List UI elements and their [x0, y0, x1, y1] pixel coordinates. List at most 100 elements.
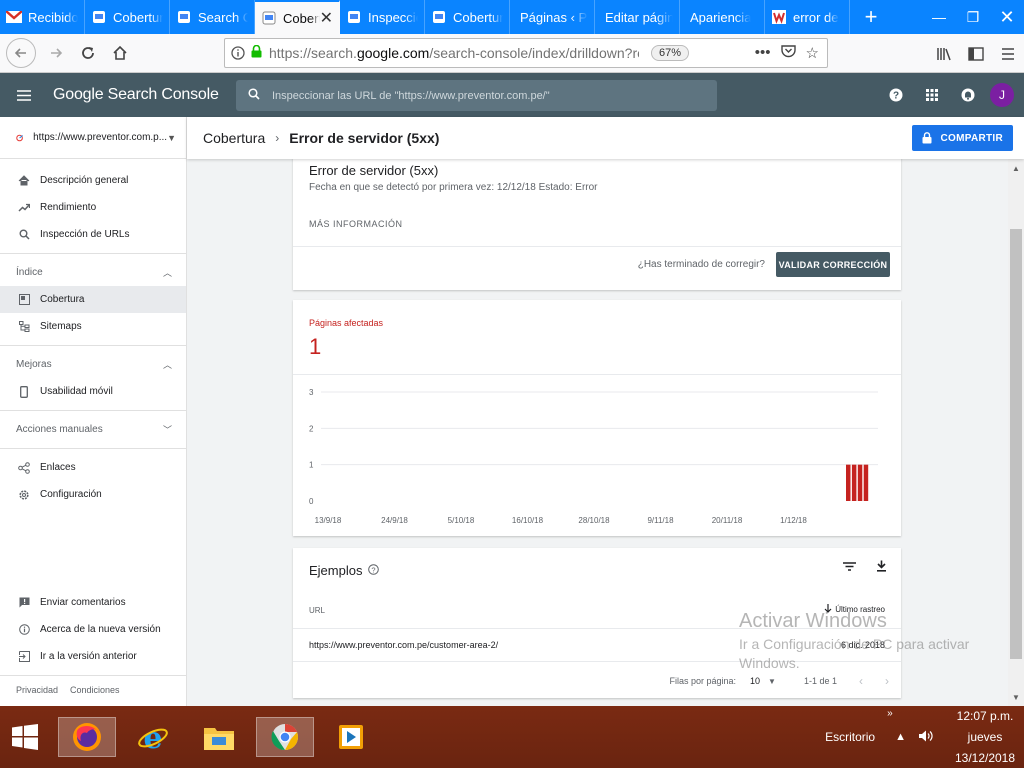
back-button[interactable] [6, 38, 36, 68]
pocket-icon[interactable] [780, 44, 796, 62]
app-logo[interactable]: Google Search Console [48, 86, 235, 104]
tab-cobertura-active[interactable]: Cobertura ✕ [255, 0, 340, 34]
x-tick-label: 5/10/18 [448, 516, 475, 525]
notifications-icon[interactable] [954, 88, 982, 102]
sidebar-item-settings[interactable]: Configuración [0, 481, 186, 508]
clock[interactable]: 12:07 p.m. jueves 13/12/2018 [946, 706, 1024, 768]
affected-pages-count: 1 [309, 334, 322, 359]
address-bar[interactable]: https://search.google.com/search-console… [224, 38, 828, 68]
prev-page-icon[interactable]: ‹ [859, 674, 863, 688]
section-index[interactable]: Índice ︿ [0, 259, 186, 286]
tab-error[interactable]: error de [765, 0, 850, 34]
gsc-icon [261, 10, 277, 26]
more-info-link[interactable]: MÁS INFORMACIÓN [309, 219, 403, 229]
next-page-icon[interactable]: › [885, 674, 889, 688]
scroll-down-icon[interactable]: ▼ [1008, 690, 1024, 704]
internet-explorer-icon[interactable]: e [124, 717, 182, 757]
share-button[interactable]: COMPARTIR [912, 125, 1013, 151]
breadcrumb-coverage[interactable]: Cobertura [203, 130, 265, 146]
chevron-down-icon: ﹀ [162, 425, 172, 435]
tab-cobertura-2[interactable]: Cobertura [425, 0, 510, 34]
property-favicon-icon [16, 134, 23, 141]
minimize-icon[interactable]: — [922, 0, 956, 34]
chart-bar [863, 464, 869, 501]
search-icon [248, 88, 260, 103]
section-manual-actions[interactable]: Acciones manuales ﹀ [0, 416, 186, 443]
windows-start-button[interactable] [0, 706, 50, 768]
scrollbar-thumb[interactable] [1010, 229, 1022, 659]
example-row-url[interactable]: https://www.preventor.com.pe/customer-ar… [309, 640, 498, 650]
section-enhancements[interactable]: Mejoras ︿ [0, 351, 186, 378]
chart-bar [846, 464, 851, 501]
wordfence-icon [771, 9, 787, 25]
url-text[interactable]: https://search.google.com/search-console… [269, 45, 639, 61]
help-icon[interactable]: ? [882, 88, 910, 102]
tab-gmail[interactable]: Recibido [0, 0, 85, 34]
menu-icon[interactable] [992, 47, 1024, 60]
filter-icon[interactable] [843, 560, 856, 575]
file-explorer-icon[interactable] [190, 717, 248, 757]
window-close-icon[interactable]: ✕ [990, 0, 1024, 34]
rows-per-page-select[interactable]: 10 [750, 676, 760, 686]
x-tick-label: 24/9/18 [381, 516, 408, 525]
bookmark-star-icon[interactable]: ☆ [806, 44, 819, 62]
validate-fix-button[interactable]: VALIDAR CORRECCIÓN [776, 252, 890, 277]
sidebar-item-feedback[interactable]: Enviar comentarios [0, 589, 186, 616]
tab-cobertura-1[interactable]: Cobertura [85, 0, 170, 34]
svg-text:?: ? [372, 565, 376, 574]
sidebar-toggle-icon[interactable] [960, 46, 992, 61]
close-tab-icon[interactable]: ✕ [320, 8, 333, 28]
hamburger-menu-icon[interactable] [0, 89, 48, 101]
library-icon[interactable] [928, 47, 960, 61]
tab-apariencia[interactable]: Apariencia [680, 0, 765, 34]
browser-nav-bar: https://search.google.com/search-console… [0, 34, 1024, 73]
volume-icon[interactable] [918, 729, 934, 746]
dropdown-arrow-icon[interactable]: ▼ [768, 677, 776, 686]
info-icon[interactable] [225, 46, 251, 60]
sidebar-item-url-inspection[interactable]: Inspección de URLs [0, 221, 186, 248]
sidebar-item-coverage[interactable]: Cobertura [0, 286, 186, 313]
chart-bar [857, 464, 863, 501]
show-hidden-icons-icon[interactable]: ▲ [895, 731, 906, 743]
trending-up-icon [16, 203, 32, 212]
tab-search-console[interactable]: Search Console [170, 0, 255, 34]
home-button[interactable] [104, 37, 136, 69]
new-tab-button[interactable]: + [854, 0, 888, 34]
chrome-taskbar-icon[interactable] [256, 717, 314, 757]
scroll-up-icon[interactable]: ▲ [1008, 161, 1024, 175]
privacy-link[interactable]: Privacidad [16, 685, 58, 695]
sidebar-item-overview[interactable]: Descripción general [0, 167, 186, 194]
restore-icon[interactable]: ❐ [956, 0, 990, 34]
tab-paginas[interactable]: Páginas ‹ PR [510, 0, 595, 34]
media-player-icon[interactable] [322, 717, 380, 757]
column-header-url[interactable]: URL [309, 606, 325, 615]
avatar[interactable]: J [990, 83, 1014, 107]
apps-grid-icon[interactable] [918, 89, 946, 101]
forward-button[interactable] [40, 37, 72, 69]
column-header-last-crawl[interactable]: Último rastreo [824, 604, 885, 615]
reload-button[interactable] [72, 37, 104, 69]
sidebar-item-performance[interactable]: Rendimiento [0, 194, 186, 221]
url-inspection-search[interactable]: Inspeccionar las URL de "https://www.pre… [236, 80, 717, 111]
tab-inspeccion[interactable]: Inspección [340, 0, 425, 34]
download-icon[interactable] [876, 560, 887, 575]
firefox-taskbar-icon[interactable] [58, 717, 116, 757]
page-actions-icon[interactable]: ••• [755, 44, 771, 62]
chevron-right-icon[interactable]: » [887, 708, 893, 719]
zoom-indicator[interactable]: 67% [651, 45, 690, 61]
sidebar-item-links[interactable]: Enlaces [0, 454, 186, 481]
clock-time: 12:07 p.m. [956, 708, 1014, 723]
sidebar-item-about-new[interactable]: Acerca de la nueva versión [0, 616, 186, 643]
terms-link[interactable]: Condiciones [70, 685, 120, 695]
help-outline-icon[interactable]: ? [368, 563, 380, 578]
x-tick-label: 13/9/18 [315, 516, 342, 525]
sidebar-item-old-version[interactable]: Ir a la versión anterior [0, 643, 186, 670]
sidebar-item-mobile-usability[interactable]: Usabilidad móvil [0, 378, 186, 405]
property-selector[interactable]: https://www.preventor.com.p... ▼ [0, 117, 186, 159]
gsc-icon [431, 9, 447, 25]
sidebar-item-sitemaps[interactable]: Sitemaps [0, 313, 186, 340]
page-scrollbar[interactable]: ▲ ▼ [1008, 159, 1024, 706]
desktop-toolbar[interactable]: Escritorio [825, 730, 875, 744]
tab-editar-pagina[interactable]: Editar página [595, 0, 680, 34]
property-url: https://www.preventor.com.p... [33, 132, 168, 143]
